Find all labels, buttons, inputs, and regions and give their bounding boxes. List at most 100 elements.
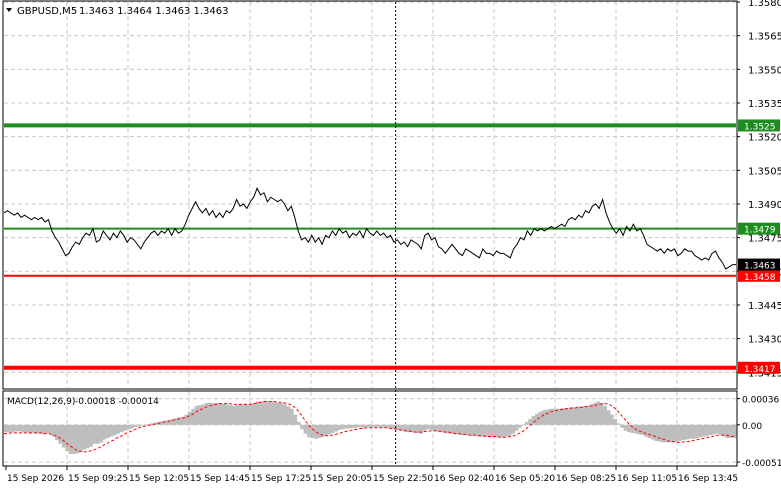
macd-bar <box>375 424 379 428</box>
macd-bar <box>463 424 468 436</box>
macd-bar <box>575 406 580 425</box>
macd-bar <box>572 407 577 425</box>
macd-bar <box>68 424 73 455</box>
macd-tick-label: 0.00036 <box>742 396 779 406</box>
macd-bar <box>477 424 481 437</box>
macd-bar <box>266 401 270 425</box>
macd-bar <box>194 405 199 425</box>
symbol-title: GBPUSD,M5 <box>17 6 77 17</box>
macd-bar <box>358 424 362 428</box>
macd-bar <box>593 402 597 425</box>
macd-bar <box>55 424 59 441</box>
macd-bar <box>667 424 672 443</box>
macd-bar <box>99 424 104 443</box>
macd-bar <box>232 405 236 425</box>
price-tick-label: 1.3535 <box>748 99 781 110</box>
macd-bar <box>586 405 590 425</box>
macd-bar <box>467 424 471 436</box>
macd-bar <box>7 424 12 433</box>
macd-bar <box>41 424 46 435</box>
macd-bar <box>579 406 584 425</box>
time-tick-label: 15 Sep 14:45 <box>190 474 250 484</box>
macd-bar <box>330 424 335 433</box>
macd-bar <box>255 401 260 425</box>
macd-bar <box>484 424 488 437</box>
macd-bar <box>211 402 216 425</box>
macd-bar <box>558 408 563 425</box>
price-tick-label: 1.3520 <box>748 133 781 144</box>
price-tick-label: 1.3430 <box>748 335 781 346</box>
level-label-text: 1.3417 <box>744 365 776 375</box>
time-tick-label: 16 Sep 11:05 <box>617 474 677 484</box>
macd-bar <box>204 402 209 425</box>
macd-bar <box>252 402 257 425</box>
macd-bar <box>116 424 121 434</box>
macd-bar <box>695 424 699 438</box>
macd-bar <box>490 424 495 437</box>
macd-bar <box>102 424 107 440</box>
macd-bar <box>507 424 512 436</box>
macd-bar <box>31 424 35 433</box>
macd-bar <box>133 424 138 428</box>
macd-bar <box>555 408 560 425</box>
macd-bar <box>249 403 253 425</box>
macd-bar <box>541 410 546 425</box>
macd-bar <box>613 419 618 425</box>
macd-bar <box>327 424 332 435</box>
macd-bar <box>296 421 301 425</box>
price-tick-label: 1.3550 <box>748 65 781 76</box>
time-tick-label: 16 Sep 05:20 <box>495 474 555 484</box>
macd-bar <box>657 424 662 442</box>
macd-bar <box>514 424 519 431</box>
trading-chart[interactable]: 1.3580 1.3565 1.3550 1.3535 1.3520 1.3505 1.34… <box>0 0 781 489</box>
macd-bar <box>334 424 338 432</box>
macd-bar <box>242 404 247 425</box>
macd-bar <box>497 424 502 438</box>
macd-bar <box>283 404 287 425</box>
macd-bar <box>378 424 383 428</box>
macd-bar <box>521 424 526 426</box>
chart-background <box>0 0 781 489</box>
price-tick-label: 1.3505 <box>748 166 781 177</box>
macd-bar <box>276 402 281 425</box>
current-price-label: 1.3463 <box>738 258 780 272</box>
chart-canvas[interactable]: 1.3580 1.3565 1.3550 1.3535 1.3520 1.3505 1.34… <box>0 0 781 489</box>
macd-bar <box>303 424 308 434</box>
time-tick-label: 15 Sep 2026 <box>7 474 64 484</box>
macd-title: MACD(12,26,9) <box>7 397 75 407</box>
macd-bar <box>17 424 22 432</box>
level-label-text: 1.3458 <box>744 273 776 283</box>
macd-bar <box>289 408 294 425</box>
macd-bar <box>674 424 679 442</box>
macd-bar <box>684 424 689 440</box>
macd-bar <box>95 424 100 444</box>
time-tick-label: 15 Sep 12:05 <box>129 474 189 484</box>
macd-bar <box>712 424 716 435</box>
macd-bar <box>344 424 349 429</box>
macd-bar <box>269 401 274 425</box>
macd-bar <box>65 424 69 452</box>
macd-tick-label: 0.00 <box>742 422 762 432</box>
macd-bar <box>4 424 8 433</box>
macd-bar <box>569 407 573 425</box>
macd-bar <box>51 424 56 437</box>
macd-bar <box>24 424 29 433</box>
macd-bar <box>480 424 485 437</box>
macd-bar <box>106 424 110 438</box>
macd-bar <box>412 424 417 433</box>
macd-bar <box>92 424 97 444</box>
macd-bar <box>565 408 570 425</box>
macd-bar <box>616 423 621 425</box>
macd-bar <box>136 424 141 427</box>
price-tick-label: 1.3490 <box>748 200 781 211</box>
macd-bar <box>351 424 355 428</box>
macd-bar <box>245 404 250 425</box>
macd-bar <box>678 424 682 441</box>
macd-bar <box>644 424 648 437</box>
macd-bar <box>10 424 15 433</box>
macd-bar <box>347 424 352 429</box>
macd-bar <box>620 424 624 428</box>
macd-bar <box>589 404 594 425</box>
price-tick-label: 1.3565 <box>748 32 781 43</box>
macd-bar <box>364 424 369 428</box>
